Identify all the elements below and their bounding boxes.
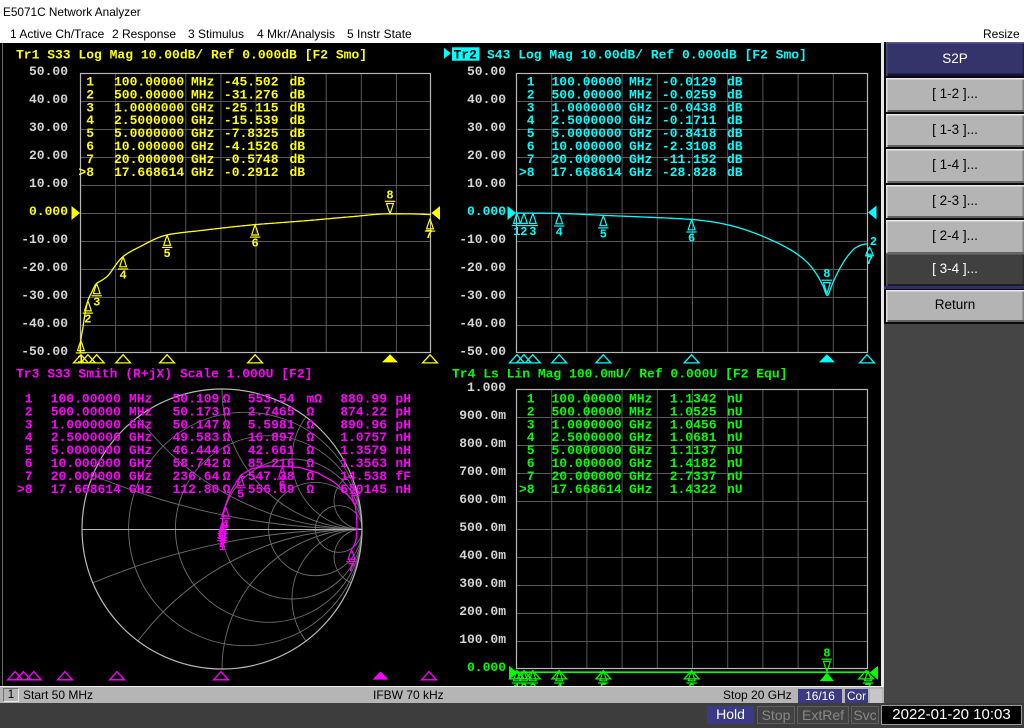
svg-text:0.000: 0.000 [467,204,506,219]
svg-text:50.00: 50.00 [29,64,68,79]
svg-text:S43 Log Mag 10.00dB/ Ref 0.000: S43 Log Mag 10.00dB/ Ref 0.000dB [F2 Smo… [487,48,807,63]
svg-text:100.0m: 100.0m [459,632,506,647]
svg-text:0.000: 0.000 [467,660,506,675]
svg-text:-30.00: -30.00 [21,288,68,303]
svg-text:-50.00: -50.00 [21,344,68,359]
svg-text:30.00: 30.00 [29,120,68,135]
svg-text:300.0m: 300.0m [459,576,506,591]
svg-text:556.69: 556.69 [248,482,295,497]
svg-text:4: 4 [222,518,229,532]
svg-text:-40.00: -40.00 [459,316,506,331]
svg-text:20.00: 20.00 [467,148,506,163]
svg-text:nH: nH [395,482,411,497]
svg-text:-20.00: -20.00 [459,260,506,275]
svg-text:40.00: 40.00 [467,92,506,107]
svg-text:10.00: 10.00 [467,176,506,191]
svg-text:dB: dB [727,165,743,180]
svg-text:8: 8 [349,481,356,495]
svg-text:30.00: 30.00 [467,120,506,135]
svg-text:2: 2 [84,313,91,327]
svg-text:GHz: GHz [629,482,652,497]
svg-text:500.0m: 500.0m [459,520,506,535]
svg-text:-20.00: -20.00 [21,260,68,275]
svg-text:>8: >8 [519,165,535,180]
svg-text:GHz: GHz [129,482,152,497]
svg-text:5: 5 [237,487,244,501]
svg-text:4: 4 [556,226,563,240]
svg-text:400.0m: 400.0m [459,548,506,563]
svg-text:200.0m: 200.0m [459,604,506,619]
svg-text:-0.2912: -0.2912 [224,165,279,180]
svg-text:Ω: Ω [306,482,314,497]
svg-text:2: 2 [870,235,877,249]
svg-text:17.668614: 17.668614 [552,165,622,180]
svg-text:6: 6 [688,232,695,246]
svg-text:112.80: 112.80 [172,482,219,497]
svg-text:7: 7 [348,561,355,575]
svg-text:3: 3 [219,533,226,547]
svg-text:900.0m: 900.0m [459,408,506,423]
svg-text:3: 3 [529,225,536,239]
svg-text:Tr1 S33 Log Mag 10.00dB/ Ref 0: Tr1 S33 Log Mag 10.00dB/ Ref 0.000dB [F2… [16,48,367,63]
svg-text:8: 8 [823,647,830,661]
svg-text:600.0m: 600.0m [459,492,506,507]
svg-text:8: 8 [823,267,830,281]
svg-text:GHz: GHz [629,165,652,180]
svg-text:>8: >8 [519,482,535,497]
svg-text:-30.00: -30.00 [459,288,506,303]
svg-text:-10.00: -10.00 [21,232,68,247]
svg-text:3: 3 [93,295,100,309]
svg-text:7: 7 [866,254,873,268]
svg-text:-50.00: -50.00 [459,344,506,359]
svg-text:GHz: GHz [191,165,214,180]
svg-text:>8: >8 [78,165,94,180]
svg-text:Tr3 S33 Smith (R+jX) Scale 1.0: Tr3 S33 Smith (R+jX) Scale 1.000U [F2] [16,367,312,382]
svg-text:2: 2 [520,225,527,239]
svg-text:800.0m: 800.0m [459,436,506,451]
svg-text:>8: >8 [17,482,33,497]
svg-text:10.00: 10.00 [29,176,68,191]
svg-text:700.0m: 700.0m [459,464,506,479]
svg-text:1.000: 1.000 [467,380,506,395]
svg-text:Tr2: Tr2 [454,48,478,63]
svg-text:40.00: 40.00 [29,92,68,107]
svg-text:5: 5 [163,247,170,261]
svg-text:-28.828: -28.828 [662,165,717,180]
svg-text:dB: dB [290,165,306,180]
svg-text:6: 6 [279,479,286,493]
svg-text:17.668614: 17.668614 [51,482,121,497]
svg-text:8: 8 [386,188,393,202]
svg-text:nU: nU [727,482,743,497]
svg-text:5: 5 [600,227,607,241]
svg-text:7: 7 [425,228,432,242]
svg-text:0.000: 0.000 [29,204,68,219]
svg-text:20.00: 20.00 [29,148,68,163]
svg-text:4: 4 [119,269,126,283]
svg-text:-40.00: -40.00 [21,316,68,331]
svg-text:50.00: 50.00 [467,64,506,79]
svg-text:17.668614: 17.668614 [552,482,622,497]
svg-text:17.668614: 17.668614 [114,165,184,180]
svg-text:-10.00: -10.00 [459,232,506,247]
svg-text:6: 6 [251,237,258,251]
svg-text:1.4322: 1.4322 [670,482,717,497]
